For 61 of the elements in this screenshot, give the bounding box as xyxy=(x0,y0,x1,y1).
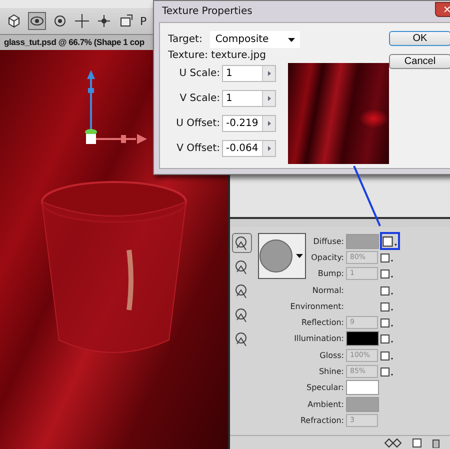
folder-icon[interactable] xyxy=(380,284,394,296)
cube-icon[interactable] xyxy=(6,13,22,29)
scale-icon[interactable] xyxy=(118,13,134,29)
color-swatch[interactable] xyxy=(346,396,379,412)
number-field[interactable]: -0.219 xyxy=(222,115,276,132)
color-swatch[interactable] xyxy=(346,234,379,249)
folder-icon[interactable] xyxy=(380,317,394,328)
number-field[interactable]: 1 xyxy=(222,90,276,107)
color-swatch[interactable] xyxy=(346,331,379,346)
property-label: Bump: xyxy=(316,269,344,278)
new-icon[interactable] xyxy=(412,438,422,448)
caret-icon xyxy=(288,38,296,42)
arrow-icon xyxy=(268,96,270,101)
spin-button[interactable] xyxy=(262,91,275,106)
material-tool-icon[interactable] xyxy=(232,233,252,253)
property-label: Illumination: xyxy=(293,334,344,344)
leader-line xyxy=(353,166,381,226)
folder-icon[interactable] xyxy=(380,300,394,312)
field-label: V Offset: xyxy=(176,143,220,154)
number-field[interactable]: 1 xyxy=(222,65,276,82)
property-label: Specular: xyxy=(305,383,344,392)
folder-icon[interactable] xyxy=(380,333,394,344)
pan-icon[interactable] xyxy=(96,13,112,29)
arrow-icon xyxy=(268,71,270,76)
arrow-icon xyxy=(268,121,270,126)
move-icon[interactable] xyxy=(74,13,90,29)
folder-icon[interactable] xyxy=(380,366,394,378)
color-swatch[interactable] xyxy=(346,380,379,396)
field-label: U Scale: xyxy=(178,68,220,79)
dialog-button[interactable]: Cancel xyxy=(389,54,450,69)
arrow-icon xyxy=(268,146,270,151)
property-label: Gloss: xyxy=(318,350,344,360)
material-thumbnail[interactable] xyxy=(258,233,306,279)
property-label: Diffuse: xyxy=(312,236,344,246)
property-label: Opacity: xyxy=(310,252,344,262)
property-label: Refraction: xyxy=(299,416,344,425)
texture-name: Texture: texture.jpg xyxy=(168,50,267,61)
field-label: V Scale: xyxy=(178,93,220,104)
property-label: Reflection: xyxy=(300,318,344,328)
caret-icon[interactable] xyxy=(296,254,303,258)
spin-button[interactable] xyxy=(262,141,275,156)
toolbar-label: P xyxy=(140,14,147,28)
close-button[interactable]: ✕ xyxy=(435,2,450,17)
target-dropdown[interactable]: Composite xyxy=(210,31,300,48)
target-label: Target: xyxy=(168,34,202,45)
rotate-icon[interactable] xyxy=(52,13,68,29)
dialog-button[interactable]: OK xyxy=(389,31,450,46)
property-label: Shine: xyxy=(318,367,344,376)
spin-button[interactable] xyxy=(262,116,275,131)
folder-icon[interactable] xyxy=(380,232,400,250)
property-label: Normal: xyxy=(311,286,344,295)
field-label: U Offset: xyxy=(175,118,220,129)
number-field[interactable]: -0.064 xyxy=(222,140,276,157)
trash-icon[interactable] xyxy=(432,438,440,448)
property-label: Ambient: xyxy=(306,400,344,409)
dialog-title: Texture Properties xyxy=(162,6,252,17)
property-label: Environment: xyxy=(289,302,344,311)
folder-icon[interactable] xyxy=(380,350,394,361)
folder-icon[interactable] xyxy=(380,268,394,280)
spin-button[interactable] xyxy=(262,66,275,81)
folder-icon[interactable] xyxy=(380,252,394,263)
